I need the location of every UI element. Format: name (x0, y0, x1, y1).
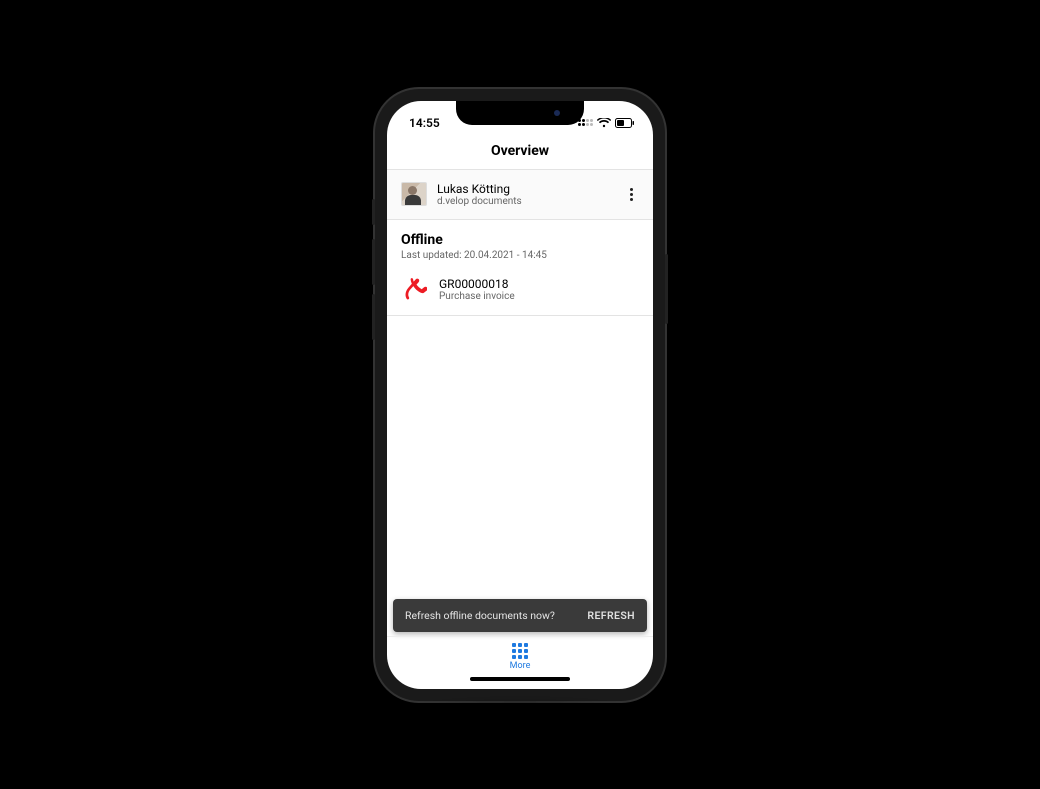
offline-last-updated: Last updated: 20.04.2021 - 14:45 (401, 250, 639, 261)
phone-frame: 14:55 Overview Lukas Kötting (375, 89, 665, 701)
page-header: Overview (387, 137, 653, 170)
side-button (665, 254, 668, 324)
document-row[interactable]: GR00000018 Purchase invoice (387, 267, 653, 316)
snackbar-refresh-button[interactable]: REFRESH (587, 609, 635, 622)
snackbar: Refresh offline documents now? REFRESH (393, 599, 647, 632)
camera-dot (554, 110, 560, 116)
account-subtitle: d.velop documents (437, 196, 614, 207)
page-title: Overview (387, 143, 653, 159)
screen: 14:55 Overview Lukas Kötting (387, 101, 653, 689)
pdf-icon (401, 277, 427, 303)
account-name: Lukas Kötting (437, 182, 614, 196)
nav-more-button[interactable]: More (510, 643, 531, 671)
more-grid-icon (512, 643, 528, 659)
content-spacer (387, 316, 653, 599)
more-menu-button[interactable] (624, 182, 639, 207)
account-text: Lukas Kötting d.velop documents (437, 182, 614, 207)
snackbar-message: Refresh offline documents now? (405, 609, 555, 622)
battery-icon (615, 118, 635, 128)
signal-icon (578, 119, 593, 126)
document-subtitle: Purchase invoice (439, 291, 639, 302)
status-right (578, 118, 635, 128)
offline-section-header: Offline Last updated: 20.04.2021 - 14:45 (387, 220, 653, 267)
account-row[interactable]: Lukas Kötting d.velop documents (387, 170, 653, 220)
side-button (372, 294, 375, 340)
home-indicator[interactable] (470, 677, 570, 681)
nav-more-label: More (510, 661, 531, 671)
wifi-icon (597, 118, 611, 128)
bottom-nav: More (387, 636, 653, 689)
notch (456, 101, 584, 125)
document-text: GR00000018 Purchase invoice (439, 277, 639, 302)
status-time: 14:55 (409, 116, 440, 130)
avatar (401, 182, 427, 206)
side-button (372, 239, 375, 285)
side-button (372, 199, 375, 225)
offline-title: Offline (401, 232, 639, 248)
document-title: GR00000018 (439, 277, 639, 291)
